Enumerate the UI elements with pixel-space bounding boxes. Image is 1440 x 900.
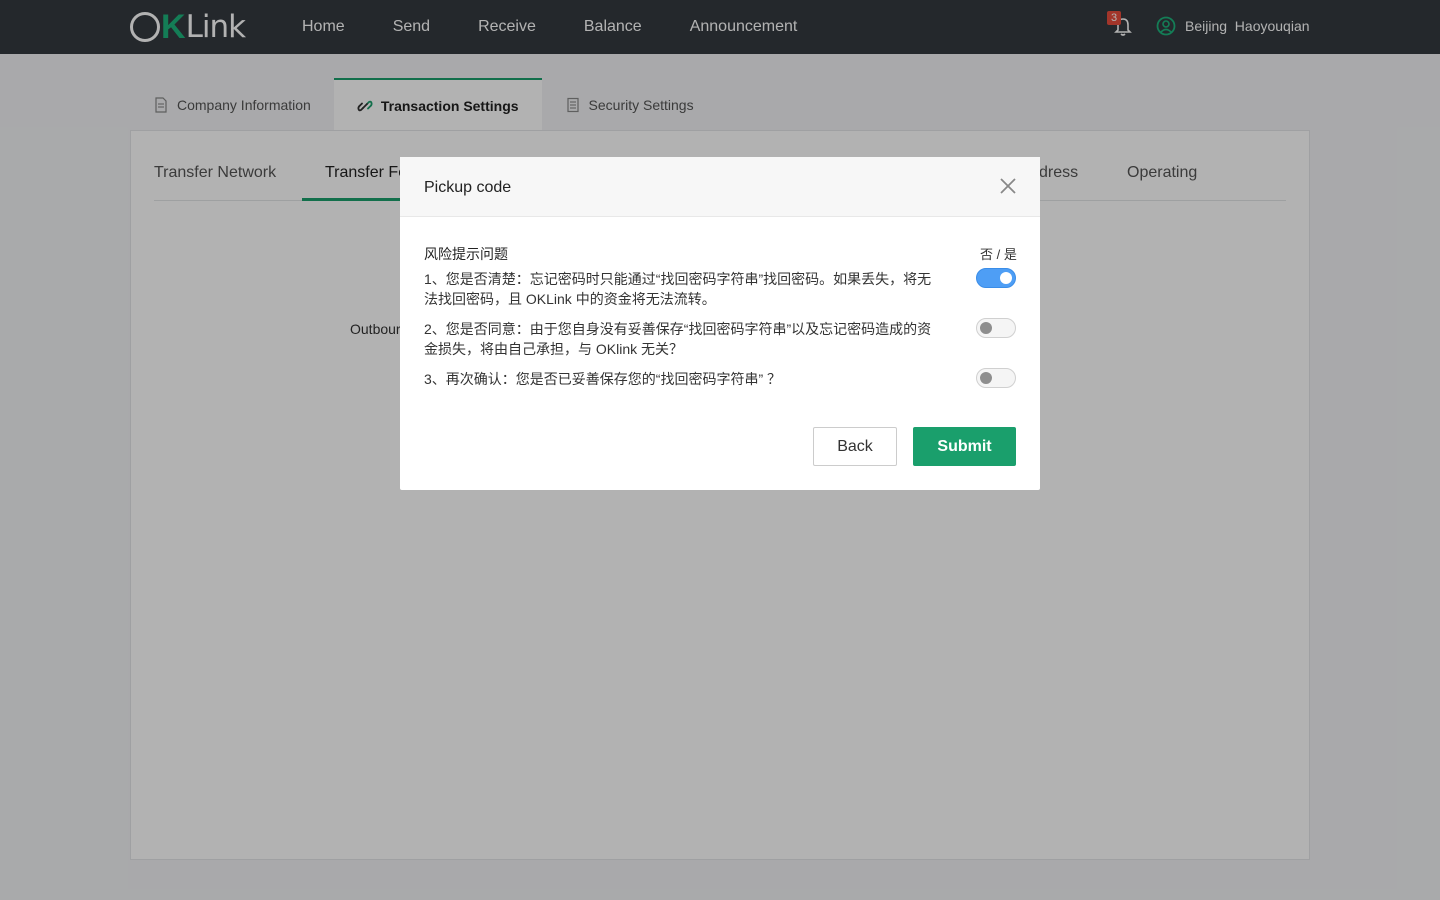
questions-header: 风险提示问题 xyxy=(424,246,508,262)
toggle-knob xyxy=(980,372,992,384)
risk-question-1: 1、您是否清楚：忘记密码时只能通过“找回密码字符串”找回密码。如果丢失，将无法找… xyxy=(424,271,932,307)
toggle-knob xyxy=(980,322,992,334)
dialog-title: Pickup code xyxy=(424,179,512,196)
close-icon[interactable] xyxy=(998,176,1018,196)
pickup-code-dialog: Pickup code 风险提示问题 否 / 是 1、您是否清楚：忘记密码时只能… xyxy=(400,157,1040,490)
back-button[interactable]: Back xyxy=(813,427,897,466)
dialog-header: Pickup code xyxy=(400,157,1040,217)
yes-no-label: 否 / 是 xyxy=(980,247,1017,262)
toggle-knob xyxy=(1000,272,1012,284)
question-3-toggle[interactable] xyxy=(976,368,1016,388)
risk-question-2: 2、您是否同意：由于您自身没有妥善保存“找回密码字符串”以及忘记密码造成的资金损… xyxy=(424,321,932,357)
question-1-toggle[interactable] xyxy=(976,268,1016,288)
question-2-toggle[interactable] xyxy=(976,318,1016,338)
risk-question-3: 3、再次确认：您是否已妥善保存您的“找回密码字符串” ？ xyxy=(424,371,781,387)
submit-button[interactable]: Submit xyxy=(913,427,1016,466)
